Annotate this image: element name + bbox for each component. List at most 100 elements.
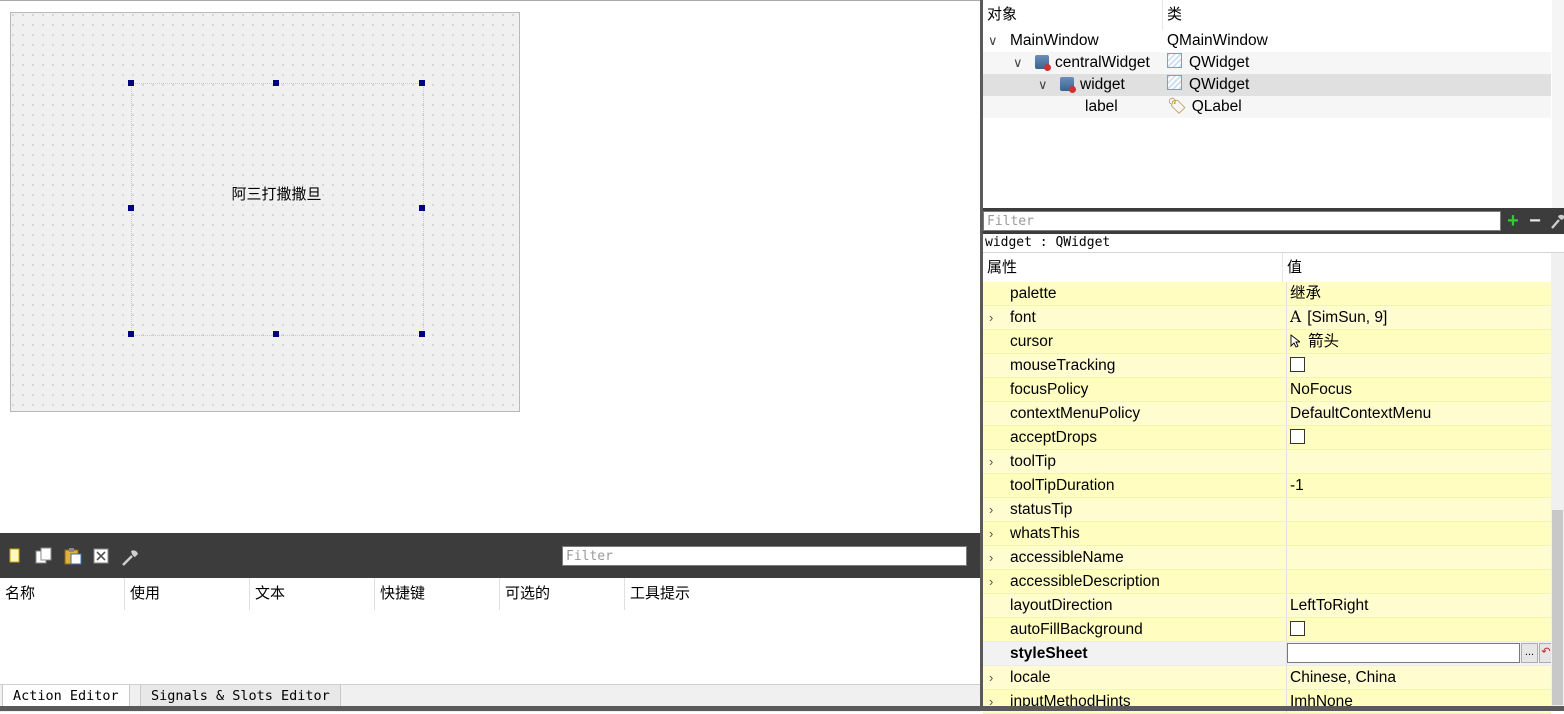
property-name: focusPolicy (1010, 381, 1089, 398)
property-value[interactable]: LeftToRight (1286, 594, 1551, 617)
font-icon: A (1290, 308, 1302, 326)
property-value[interactable]: Chinese, China (1286, 666, 1551, 689)
resize-handle-top-left[interactable] (128, 80, 134, 86)
property-filter-bar: Filter + − (983, 208, 1564, 234)
tree-row-mainwindow[interactable]: ∨ MainWindow QMainWindow (983, 30, 1551, 52)
property-row-accessibledescription[interactable]: › accessibleDescription (983, 570, 1551, 594)
configure-icon[interactable] (120, 547, 138, 566)
property-value[interactable] (1286, 450, 1551, 473)
resize-handle-top[interactable] (273, 80, 279, 86)
new-action-icon[interactable] (6, 547, 24, 565)
mousetracking-checkbox[interactable] (1290, 357, 1305, 372)
property-row-autofillbackground[interactable]: autoFillBackground (983, 618, 1551, 642)
property-row-font[interactable]: › font A [SimSun, 9] (983, 306, 1551, 330)
property-row-accessiblename[interactable]: › accessibleName (983, 546, 1551, 570)
column-name[interactable]: 名称 (0, 578, 125, 610)
column-tooltip[interactable]: 工具提示 (625, 578, 750, 610)
property-row-statustip[interactable]: › statusTip (983, 498, 1551, 522)
chevron-right-icon[interactable]: › (989, 666, 1001, 689)
tree-row-centralwidget[interactable]: ∨ centralWidget QWidget (983, 52, 1551, 74)
property-row-whatsthis[interactable]: › whatsThis (983, 522, 1551, 546)
header-class[interactable]: 类 (1163, 0, 1553, 30)
widget-selection-box[interactable] (131, 83, 424, 336)
property-row-tooltipduration[interactable]: toolTipDuration -1 (983, 474, 1551, 498)
scrollbar-thumb[interactable] (1552, 510, 1563, 705)
resize-handle-left[interactable] (128, 205, 134, 211)
column-checkable[interactable]: 可选的 (500, 578, 625, 610)
property-value[interactable]: A [SimSun, 9] (1286, 306, 1551, 329)
property-row-palette[interactable]: palette 继承 (983, 282, 1551, 306)
column-text[interactable]: 文本 (250, 578, 375, 610)
property-value[interactable]: DefaultContextMenu (1286, 402, 1551, 425)
property-value (1286, 618, 1551, 641)
property-name: layoutDirection (1010, 597, 1113, 614)
property-row-focuspolicy[interactable]: focusPolicy NoFocus (983, 378, 1551, 402)
object-class: QMainWindow (1167, 32, 1268, 49)
property-value[interactable] (1286, 546, 1551, 569)
column-shortcut[interactable]: 快捷键 (375, 578, 500, 610)
column-used[interactable]: 使用 (125, 578, 250, 610)
object-class: QLabel (1191, 98, 1242, 115)
property-value (1286, 426, 1551, 449)
property-row-locale[interactable]: › locale Chinese, China (983, 666, 1551, 690)
add-dynamic-property-button[interactable]: + (1503, 210, 1523, 232)
configure-icon[interactable] (1547, 208, 1564, 230)
resize-handle-bottom[interactable] (273, 331, 279, 337)
property-value[interactable]: -1 (1286, 474, 1551, 497)
action-table-body[interactable] (0, 610, 980, 684)
object-inspector-scrollbar[interactable] (1552, 0, 1564, 208)
resize-handle-bottom-right[interactable] (419, 331, 425, 337)
object-class-with-icon: QWidget (1167, 52, 1249, 74)
chevron-right-icon[interactable]: › (989, 570, 1001, 593)
property-value[interactable]: NoFocus (1286, 378, 1551, 401)
tree-row-label[interactable]: label 🏷 QLabel (983, 96, 1551, 118)
font-value-text: [SimSun, 9] (1307, 309, 1388, 326)
form-label-text[interactable]: 阿三打撒撒旦 (11, 183, 542, 204)
object-name: widget (1080, 76, 1125, 93)
property-row-layoutdirection[interactable]: layoutDirection LeftToRight (983, 594, 1551, 618)
main-window-form[interactable]: 阿三打撒撒旦 (10, 12, 520, 412)
property-row-acceptdrops[interactable]: acceptDrops (983, 426, 1551, 450)
remove-dynamic-property-button[interactable]: − (1525, 210, 1545, 232)
chevron-right-icon[interactable]: › (989, 522, 1001, 545)
stylesheet-input[interactable] (1287, 643, 1520, 663)
tab-signals-slots-editor[interactable]: Signals & Slots Editor (140, 685, 341, 708)
chevron-right-icon[interactable]: › (989, 546, 1001, 569)
autofillbackground-checkbox[interactable] (1290, 621, 1305, 636)
paste-action-icon[interactable] (63, 547, 82, 565)
header-property[interactable]: 属性 (983, 253, 1283, 283)
action-filter-input[interactable]: Filter (562, 546, 967, 566)
object-class-with-icon: QWidget (1167, 74, 1249, 96)
property-name: styleSheet (1010, 645, 1088, 662)
chevron-down-icon[interactable]: ∨ (1013, 52, 1023, 74)
property-row-cursor[interactable]: cursor 箭头 (983, 330, 1551, 354)
property-name: accessibleDescription (1010, 573, 1160, 590)
property-row-tooltip[interactable]: › toolTip (983, 450, 1551, 474)
chevron-right-icon[interactable]: › (989, 498, 1001, 521)
form-editor-canvas[interactable]: 阿三打撒撒旦 (0, 0, 980, 534)
delete-action-icon[interactable] (92, 547, 110, 565)
property-row-contextmenupolicy[interactable]: contextMenuPolicy DefaultContextMenu (983, 402, 1551, 426)
chevron-down-icon[interactable]: ∨ (1038, 74, 1048, 96)
object-name-with-icon: widget (1060, 74, 1125, 96)
chevron-right-icon[interactable]: › (989, 450, 1001, 473)
acceptdrops-checkbox[interactable] (1290, 429, 1305, 444)
property-value[interactable] (1286, 498, 1551, 521)
header-object[interactable]: 对象 (983, 0, 1163, 30)
property-value[interactable]: 箭头 (1286, 330, 1551, 353)
property-row-mousetracking[interactable]: mouseTracking (983, 354, 1551, 378)
copy-action-icon[interactable] (34, 547, 52, 565)
stylesheet-edit-button[interactable]: ... (1521, 643, 1538, 663)
chevron-down-icon[interactable]: ∨ (988, 30, 998, 52)
resize-handle-top-right[interactable] (419, 80, 425, 86)
resize-handle-bottom-left[interactable] (128, 331, 134, 337)
property-value[interactable]: 继承 (1286, 282, 1551, 305)
property-value[interactable] (1286, 522, 1551, 545)
property-row-stylesheet[interactable]: styleSheet ... ↶ (983, 642, 1553, 666)
chevron-right-icon[interactable]: › (989, 306, 1001, 329)
property-filter-input[interactable]: Filter (983, 211, 1501, 231)
tree-row-widget-selected[interactable]: ∨ widget QWidget (983, 74, 1551, 96)
header-value[interactable]: 值 (1283, 253, 1551, 283)
property-value[interactable] (1286, 570, 1551, 593)
resize-handle-right[interactable] (419, 205, 425, 211)
